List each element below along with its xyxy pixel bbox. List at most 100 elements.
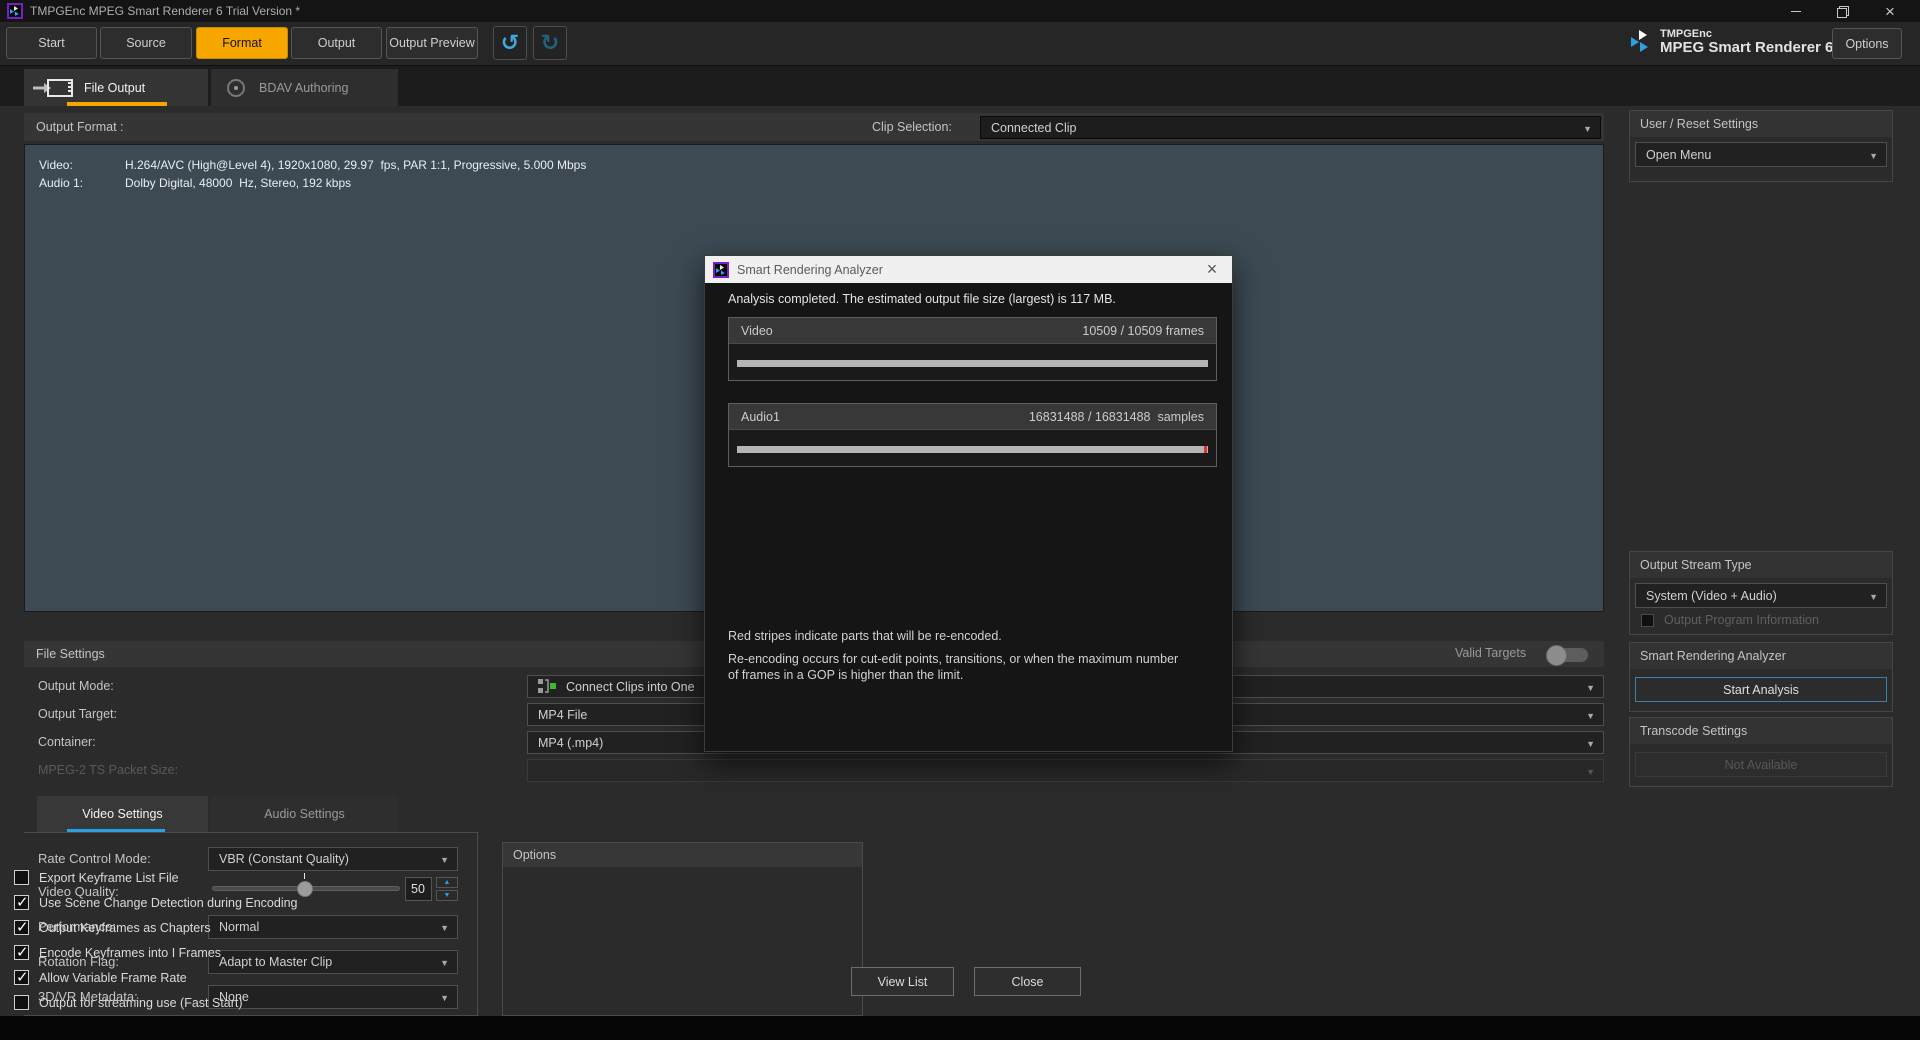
chevron-down-icon bbox=[440, 955, 449, 969]
checkbox-icon[interactable] bbox=[14, 945, 29, 960]
view-list-button[interactable]: View List bbox=[851, 967, 954, 996]
chevron-down-icon bbox=[1586, 764, 1595, 778]
start-analysis-button[interactable]: Start Analysis bbox=[1635, 677, 1887, 702]
app-icon bbox=[713, 262, 729, 278]
close-icon[interactable] bbox=[1872, 0, 1908, 22]
undo-button[interactable] bbox=[493, 26, 527, 60]
checkbox-icon[interactable] bbox=[14, 920, 29, 935]
bottom-strip bbox=[0, 1016, 1920, 1040]
tab-source[interactable]: Source bbox=[100, 27, 192, 59]
redo-icon bbox=[541, 32, 559, 54]
chevron-down-icon bbox=[1869, 589, 1878, 603]
start-analysis-label: Start Analysis bbox=[1723, 683, 1799, 697]
options-button[interactable]: Options bbox=[1832, 28, 1902, 59]
restore-icon[interactable] bbox=[1824, 0, 1860, 22]
dialog-titlebar[interactable]: Smart Rendering Analyzer bbox=[705, 256, 1232, 283]
dialog-close-icon[interactable] bbox=[1192, 256, 1232, 283]
analyzer-title: Smart Rendering Analyzer bbox=[1640, 649, 1786, 663]
video-quality-slider-thumb[interactable] bbox=[297, 881, 313, 897]
rate-control-dropdown[interactable]: VBR (Constant Quality) bbox=[208, 847, 458, 871]
video-info-value: H.264/AVC (High@Level 4), 1920x1080, 29.… bbox=[125, 158, 586, 172]
valid-targets-label: Valid Targets bbox=[1455, 646, 1526, 660]
checkbox-icon bbox=[1641, 614, 1654, 627]
disc-icon bbox=[227, 79, 245, 97]
option-scene-change[interactable]: Use Scene Change Detection during Encodi… bbox=[14, 895, 298, 910]
option-export-keyframe[interactable]: Export Keyframe List File bbox=[14, 870, 179, 885]
audio-info-label: Audio 1: bbox=[39, 176, 125, 190]
option-label: Use Scene Change Detection during Encodi… bbox=[39, 896, 298, 910]
brand-logo: TMPGEnc MPEG Smart Renderer 6 bbox=[1630, 28, 1833, 56]
transcode-title: Transcode Settings bbox=[1640, 724, 1747, 738]
tab-file-output[interactable]: File Output bbox=[24, 69, 208, 106]
user-reset-header: User / Reset Settings bbox=[1630, 111, 1892, 137]
option-fast-start[interactable]: Output for streaming use (Fast Start) bbox=[14, 995, 243, 1010]
tab-start[interactable]: Start bbox=[6, 27, 97, 59]
dialog-title: Smart Rendering Analyzer bbox=[737, 263, 883, 277]
chevron-down-icon bbox=[440, 990, 449, 1004]
output-stream-header: Output Stream Type bbox=[1630, 552, 1892, 578]
window-titlebar: TMPGEnc MPEG Smart Renderer 6 Trial Vers… bbox=[0, 0, 1920, 22]
tab-bdav-authoring[interactable]: BDAV Authoring bbox=[211, 69, 398, 106]
output-target-value: MP4 File bbox=[538, 708, 587, 722]
output-program-info-option: Output Program Information bbox=[1641, 613, 1819, 627]
checkbox-icon[interactable] bbox=[14, 870, 29, 885]
ts-packet-size-dropdown bbox=[527, 759, 1604, 782]
option-keyframes-chapters[interactable]: Output Keyframes as Chapters bbox=[14, 920, 211, 935]
output-stream-dropdown[interactable]: System (Video + Audio) bbox=[1635, 583, 1887, 608]
video-progress-label: Video bbox=[741, 324, 773, 338]
rate-control-value: VBR (Constant Quality) bbox=[219, 852, 349, 866]
tab-format[interactable]: Format bbox=[196, 27, 288, 59]
vr-metadata-dropdown[interactable]: None bbox=[208, 985, 458, 1009]
tab-output[interactable]: Output bbox=[291, 27, 382, 59]
audio-settings-label: Audio Settings bbox=[264, 807, 345, 821]
options-panel-title: Options bbox=[513, 848, 556, 862]
clip-selection-dropdown[interactable]: Connected Clip bbox=[980, 116, 1601, 139]
video-info-row: Video: H.264/AVC (High@Level 4), 1920x10… bbox=[39, 158, 586, 172]
open-menu-dropdown[interactable]: Open Menu bbox=[1635, 142, 1887, 167]
tab-output-preview[interactable]: Output Preview bbox=[386, 27, 478, 59]
option-encode-iframes[interactable]: Encode Keyframes into I Frames bbox=[14, 945, 221, 960]
dialog-note-2: Re-encoding occurs for cut-edit points, … bbox=[728, 651, 1188, 683]
option-label: Output for streaming use (Fast Start) bbox=[39, 996, 243, 1010]
video-settings-label: Video Settings bbox=[82, 807, 162, 821]
audio-info-value: Dolby Digital, 48000 Hz, Stereo, 192 kbp… bbox=[125, 176, 351, 190]
active-tab-underline bbox=[67, 102, 167, 106]
stepper-down-icon[interactable] bbox=[436, 890, 458, 901]
container-label: Container: bbox=[38, 735, 96, 749]
stepper-up-icon[interactable] bbox=[436, 877, 458, 888]
transcode-not-available-label: Not Available bbox=[1725, 758, 1798, 772]
dialog-note-1: Red stripes indicate parts that will be … bbox=[728, 628, 1188, 644]
checkbox-icon[interactable] bbox=[14, 895, 29, 910]
performance-dropdown[interactable]: Normal bbox=[208, 915, 458, 939]
close-button[interactable]: Close bbox=[974, 967, 1081, 996]
rotation-flag-dropdown[interactable]: Adapt to Master Clip bbox=[208, 950, 458, 974]
close-button-label: Close bbox=[1012, 975, 1044, 989]
slider-tick bbox=[304, 873, 305, 879]
video-quality-stepper bbox=[436, 877, 458, 901]
valid-targets-toggle[interactable] bbox=[1548, 648, 1588, 662]
option-label: Encode Keyframes into I Frames bbox=[39, 946, 221, 960]
video-progress-bar bbox=[737, 360, 1208, 367]
audio-progress-label: Audio1 bbox=[741, 410, 780, 424]
video-quality-input[interactable]: 50 bbox=[405, 877, 432, 901]
rotation-flag-value: Adapt to Master Clip bbox=[219, 955, 332, 969]
output-stream-title: Output Stream Type bbox=[1640, 558, 1752, 572]
file-output-label: File Output bbox=[84, 81, 145, 95]
chevron-down-icon bbox=[440, 852, 449, 866]
redo-button[interactable] bbox=[533, 26, 567, 60]
chevron-down-icon bbox=[1586, 736, 1595, 750]
tab-audio-settings[interactable]: Audio Settings bbox=[211, 796, 398, 832]
tab-video-settings[interactable]: Video Settings bbox=[37, 796, 208, 832]
analyzer-header: Smart Rendering Analyzer bbox=[1630, 643, 1892, 669]
minimize-icon[interactable] bbox=[1778, 0, 1814, 22]
ts-packet-size-label: MPEG-2 TS Packet Size: bbox=[38, 763, 178, 777]
restore-glyph bbox=[1837, 6, 1847, 16]
checkbox-icon[interactable] bbox=[14, 970, 29, 985]
options-panel-header: Options bbox=[503, 843, 862, 867]
user-reset-title: User / Reset Settings bbox=[1640, 117, 1758, 131]
app-window: TMPGEnc MPEG Smart Renderer 6 Trial Vers… bbox=[0, 0, 1920, 1040]
option-variable-framerate[interactable]: Allow Variable Frame Rate bbox=[14, 970, 187, 985]
audio-progress-count: 16831488 / 16831488 samples bbox=[1029, 410, 1204, 424]
option-label: Export Keyframe List File bbox=[39, 871, 179, 885]
checkbox-icon[interactable] bbox=[14, 995, 29, 1010]
